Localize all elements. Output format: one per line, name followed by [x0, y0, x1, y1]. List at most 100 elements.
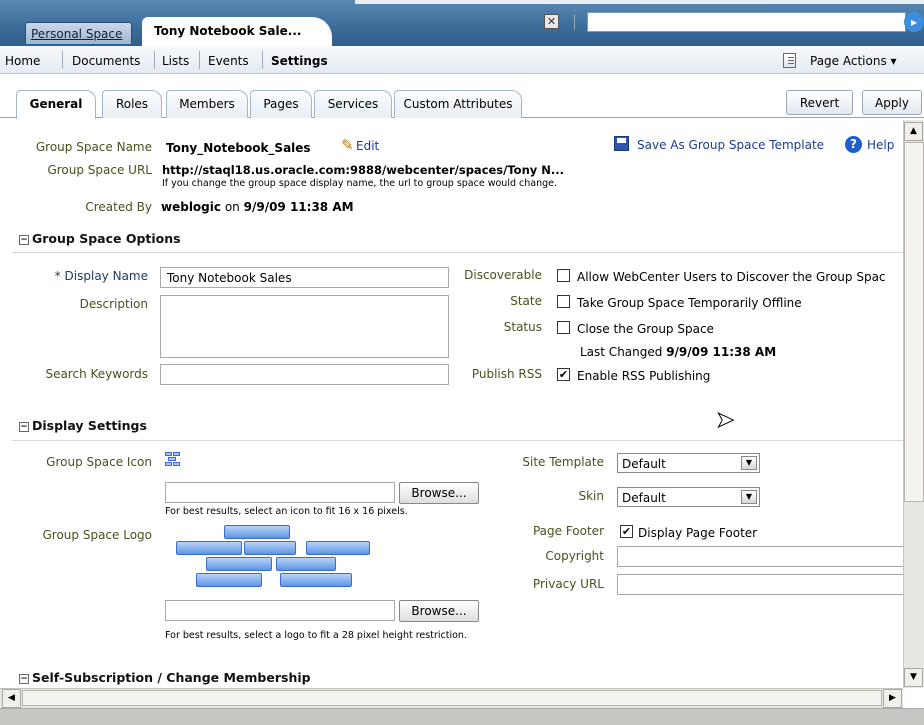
edit-link[interactable]: Edit	[356, 139, 379, 153]
tab-members[interactable]: Members	[166, 90, 248, 118]
group-space-icon-label: Group Space Icon	[46, 455, 152, 469]
discoverable-checkbox[interactable]	[557, 269, 570, 282]
scroll-left-icon[interactable]: ◀	[2, 689, 21, 708]
collapse-icon[interactable]: −	[19, 235, 29, 245]
site-template-label: Site Template	[522, 455, 604, 469]
self-subscription-title: Self-Subscription / Change Membership	[32, 670, 311, 685]
logo-note: For best results, select a logo to fit a…	[165, 630, 467, 641]
status-bar	[0, 708, 924, 725]
nav-separator	[154, 51, 155, 69]
apply-button[interactable]: Apply	[862, 90, 922, 115]
url-note: If you change the group space display na…	[162, 178, 557, 189]
privacy-url-field[interactable]	[617, 574, 907, 595]
site-template-select[interactable]: Default ▼	[617, 453, 760, 473]
display-name-field[interactable]: Tony Notebook Sales	[160, 267, 449, 288]
nav-item-lists[interactable]: Lists	[162, 54, 189, 68]
go-icon[interactable]: ▸	[904, 12, 924, 32]
self-subscription-header[interactable]: − Self-Subscription / Change Membership	[19, 670, 311, 685]
status-label: Status	[503, 320, 542, 334]
copyright-label: Copyright	[545, 549, 604, 563]
tab-custom-attributes[interactable]: Custom Attributes	[394, 90, 522, 118]
skin-select[interactable]: Default ▼	[617, 487, 760, 507]
chevron-down-icon[interactable]: ▼	[741, 490, 757, 504]
vertical-scroll-thumb[interactable]	[904, 142, 924, 502]
icon-browse-button[interactable]: Browse...	[399, 482, 479, 504]
search-keywords-field[interactable]	[160, 364, 449, 385]
last-changed-label: Last Changed	[580, 345, 663, 359]
scroll-up-icon[interactable]: ▲	[904, 122, 923, 141]
tab-roles[interactable]: Roles	[102, 90, 162, 118]
tab-personal-space[interactable]: Personal Space	[25, 22, 132, 44]
tab-pages[interactable]: Pages	[250, 90, 312, 118]
created-on: on	[224, 200, 240, 214]
state-text: Take Group Space Temporarily Offline	[577, 296, 802, 310]
collapse-icon[interactable]: −	[19, 674, 29, 684]
tab-services[interactable]: Services	[314, 90, 392, 118]
icon-note: For best results, select an icon to fit …	[165, 506, 408, 517]
icon-file-field[interactable]	[165, 482, 395, 503]
skin-label: Skin	[578, 489, 604, 503]
help-link[interactable]: Help	[867, 138, 894, 152]
help-icon[interactable]: ?	[845, 136, 862, 153]
group-space-name-label: Group Space Name	[35, 140, 152, 154]
discoverable-label: Discoverable	[464, 268, 542, 282]
display-name-label: * Display Name	[54, 269, 148, 283]
group-space-logo-label: Group Space Logo	[42, 528, 152, 542]
page-actions-icon	[783, 53, 796, 68]
created-by-label: Created By	[85, 200, 152, 214]
nav-separator	[199, 51, 200, 69]
logo-file-field[interactable]	[165, 600, 395, 621]
section-divider	[12, 252, 903, 253]
save-icon	[614, 136, 629, 151]
search-input[interactable]	[587, 12, 906, 32]
copyright-field[interactable]	[617, 546, 907, 567]
mouse-cursor-icon: ➤	[715, 408, 735, 433]
chevron-down-icon[interactable]: ▼	[741, 456, 757, 470]
nav-item-settings[interactable]: Settings	[271, 54, 328, 68]
description-label: Description	[79, 297, 148, 311]
nav-item-home[interactable]: Home	[5, 54, 40, 68]
last-changed-value: 9/9/09 11:38 AM	[666, 345, 777, 359]
rss-text: Enable RSS Publishing	[577, 369, 711, 383]
save-as-template-link[interactable]: Save As Group Space Template	[637, 138, 824, 152]
page-footer-text: Display Page Footer	[638, 526, 758, 540]
page-actions-menu[interactable]: Page Actions ▾	[810, 54, 897, 68]
page-actions-label: Page Actions	[810, 54, 887, 68]
nav-separator	[62, 51, 63, 69]
state-label: State	[510, 294, 542, 308]
group-space-url-label: Group Space URL	[47, 163, 152, 177]
collapse-icon[interactable]: −	[19, 422, 29, 432]
state-checkbox[interactable]	[557, 295, 570, 308]
tab-general[interactable]: General	[16, 90, 96, 119]
header-separator	[574, 14, 575, 30]
nav-item-events[interactable]: Events	[208, 54, 249, 68]
logo-browse-button[interactable]: Browse...	[399, 600, 479, 622]
horizontal-scroll-thumb[interactable]	[22, 690, 882, 706]
description-field[interactable]	[160, 295, 449, 358]
nav-item-documents[interactable]: Documents	[72, 54, 140, 68]
revert-button[interactable]: Revert	[786, 90, 853, 115]
skin-value: Default	[622, 491, 666, 505]
group-space-options-title: Group Space Options	[32, 231, 181, 246]
site-template-value: Default	[622, 457, 666, 471]
scroll-down-icon[interactable]: ▼	[904, 668, 923, 687]
status-text: Close the Group Space	[577, 322, 714, 336]
tab-group-space[interactable]: Tony Notebook Sale...	[142, 17, 332, 46]
rss-checkbox[interactable]: ✔	[557, 368, 570, 381]
display-settings-title: Display Settings	[32, 418, 147, 433]
section-divider	[12, 440, 903, 441]
page-footer-checkbox[interactable]: ✔	[620, 525, 633, 538]
group-space-options-header[interactable]: − Group Space Options	[19, 231, 181, 246]
scroll-right-icon[interactable]: ▶	[883, 689, 902, 708]
header-highlight	[355, 0, 924, 4]
last-changed: Last Changed 9/9/09 11:38 AM	[580, 345, 776, 359]
nav-separator	[262, 51, 263, 69]
pencil-icon: ✎	[341, 136, 354, 154]
display-settings-header[interactable]: − Display Settings	[19, 418, 147, 433]
status-checkbox[interactable]	[557, 321, 570, 334]
close-icon[interactable]: ✕	[544, 14, 559, 29]
discoverable-text: Allow WebCenter Users to Discover the Gr…	[577, 270, 886, 284]
group-space-name-value: Tony_Notebook_Sales	[166, 141, 311, 155]
search-keywords-label: Search Keywords	[45, 367, 148, 381]
group-space-icon	[165, 452, 183, 468]
